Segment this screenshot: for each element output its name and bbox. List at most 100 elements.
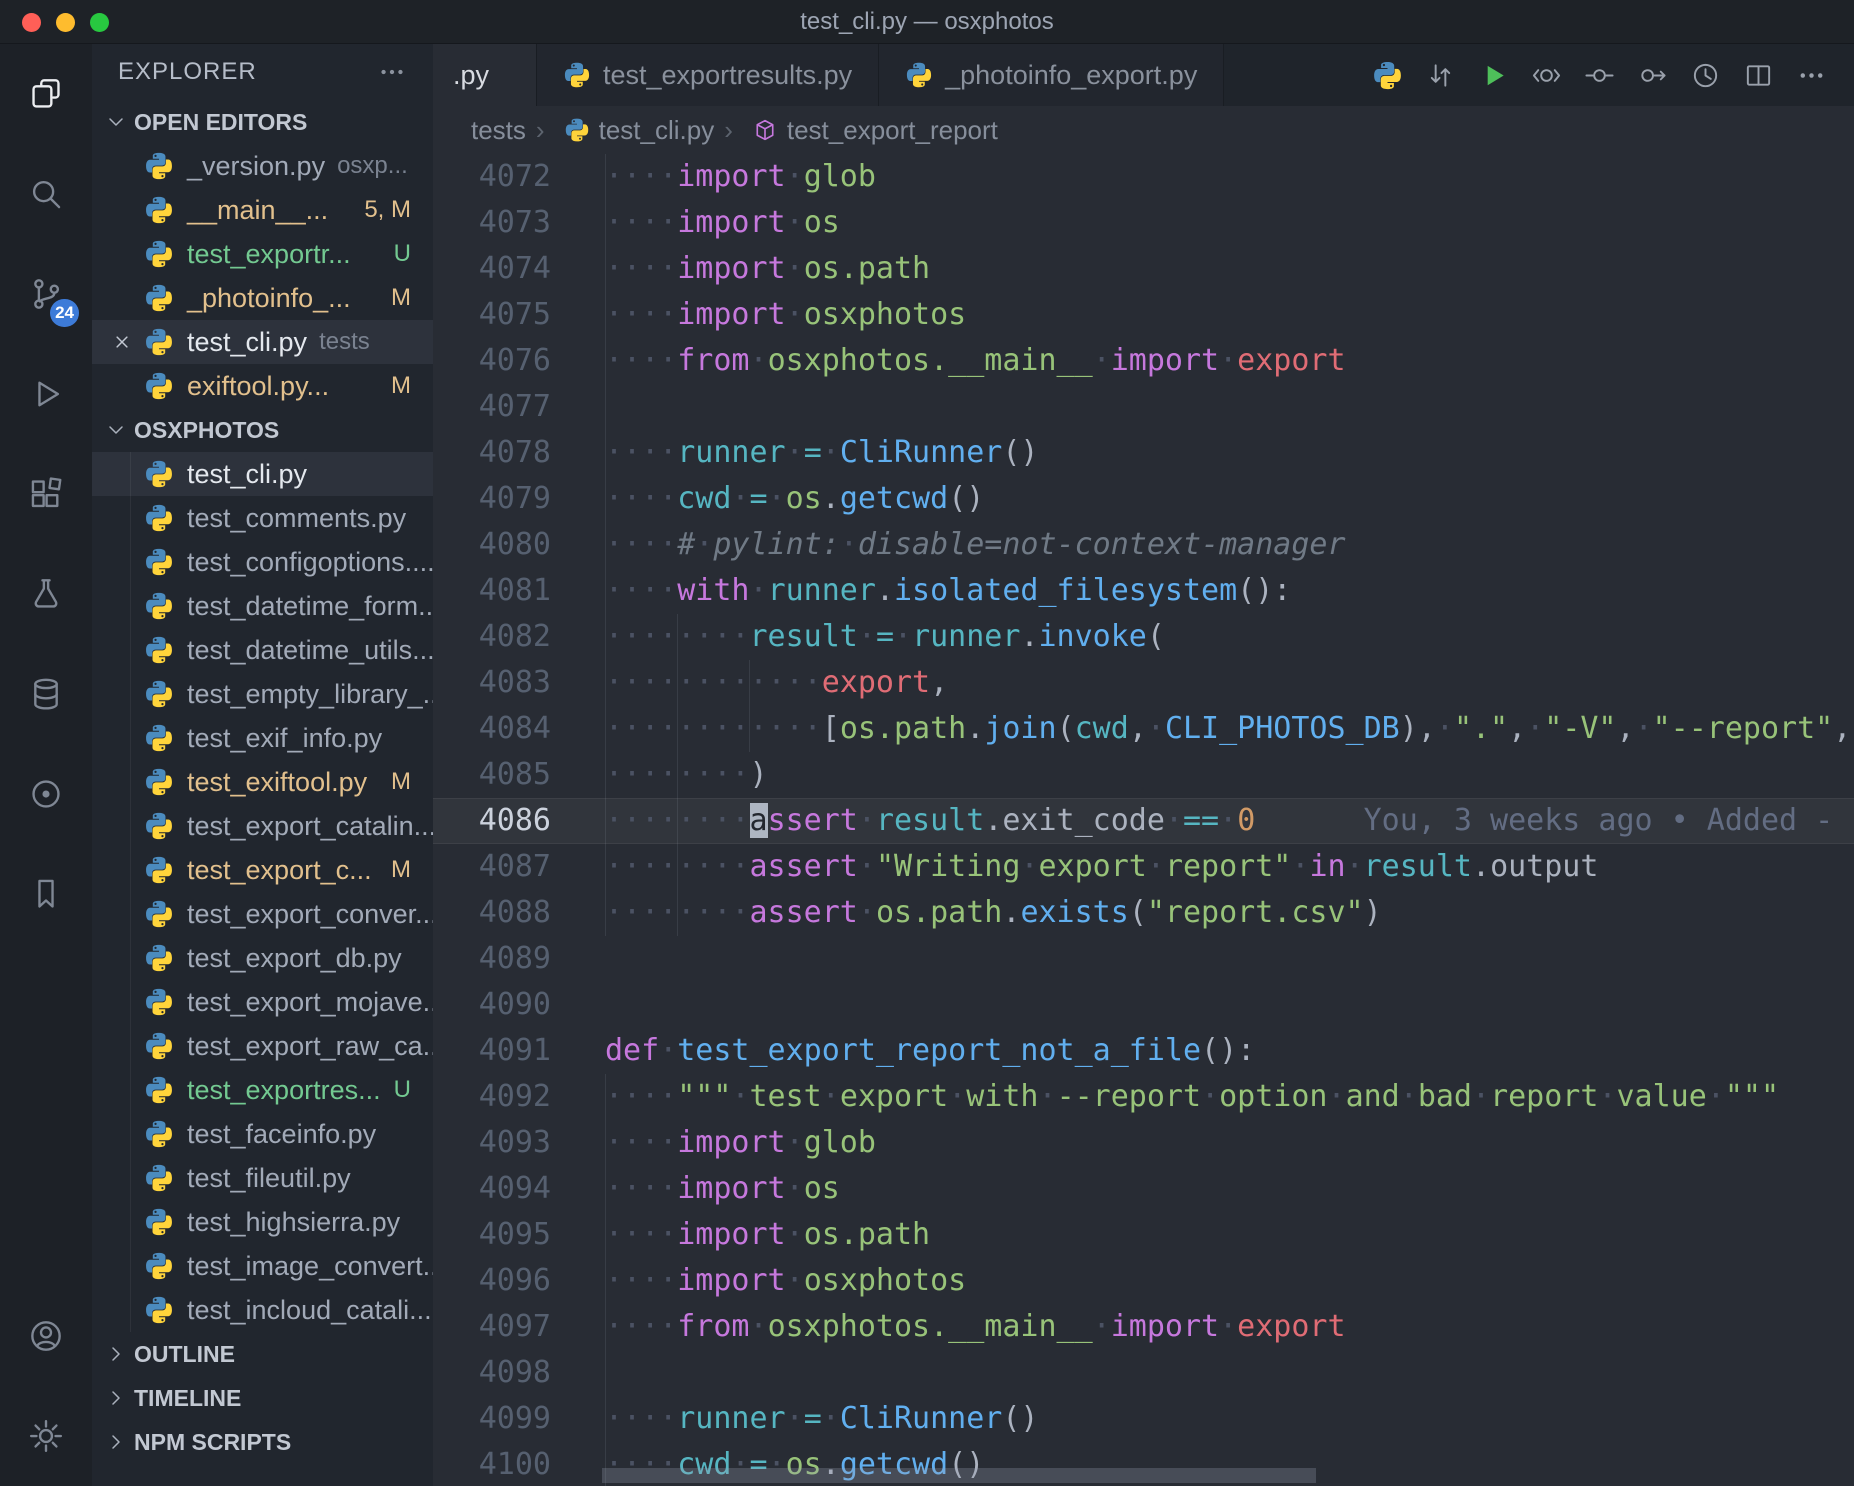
- git-status-badge: U: [394, 240, 433, 268]
- open-editors-section-header[interactable]: OPEN EDITORS: [92, 100, 433, 144]
- file-tree-item[interactable]: test_export_catalin...: [92, 804, 433, 848]
- file-tree-item[interactable]: test_datetime_utils....: [92, 628, 433, 672]
- files-icon: [27, 75, 65, 113]
- file-tree-item[interactable]: test_configoptions....: [92, 540, 433, 584]
- code-line[interactable]: 4074····import·os.path: [433, 246, 1854, 292]
- testing-activity-button[interactable]: [0, 544, 92, 644]
- file-name: _photoinfo_...: [187, 283, 351, 314]
- python-file-icon: [144, 459, 174, 489]
- file-tree-item[interactable]: test_export_db.py: [92, 936, 433, 980]
- file-tree-item[interactable]: test_incloud_catali...: [92, 1288, 433, 1332]
- bookmarks-activity-button[interactable]: [0, 844, 92, 944]
- open-editor-item[interactable]: _photoinfo_... M: [92, 276, 433, 320]
- code-line[interactable]: 4082········result·=·runner.invoke(: [433, 614, 1854, 660]
- split-editor-icon[interactable]: [1732, 53, 1785, 97]
- code-line[interactable]: 4094····import·os: [433, 1166, 1854, 1212]
- code-line[interactable]: 4098: [433, 1350, 1854, 1396]
- file-tree-item[interactable]: test_highsierra.py: [92, 1200, 433, 1244]
- code-line[interactable]: 4086········assert·result.exit_code·==·0…: [433, 798, 1854, 844]
- indent-guide: [605, 200, 606, 246]
- indent-guide: [605, 292, 606, 338]
- project-section-header[interactable]: OSXPHOTOS: [92, 408, 433, 452]
- minimize-window-button[interactable]: [56, 13, 75, 32]
- database-activity-button[interactable]: [0, 644, 92, 744]
- breadcrumb-item[interactable]: › test_export_report: [714, 115, 998, 146]
- code-line[interactable]: 4079····cwd·=·os.getcwd(): [433, 476, 1854, 522]
- code-line[interactable]: 4073····import·os: [433, 200, 1854, 246]
- open-editor-item[interactable]: _version.py osxp...: [92, 144, 433, 188]
- extension-circle-activity-button[interactable]: [0, 744, 92, 844]
- code-line[interactable]: 4090: [433, 982, 1854, 1028]
- git-status-badge: M: [391, 284, 433, 312]
- open-editor-item[interactable]: test_cli.py tests: [92, 320, 433, 364]
- code-line[interactable]: 4091def·test_export_report_not_a_file():: [433, 1028, 1854, 1074]
- code-line[interactable]: 4084············[os.path.join(cwd,·CLI_P…: [433, 706, 1854, 752]
- code-line[interactable]: 4092····"""·test·export·with·--report·op…: [433, 1074, 1854, 1120]
- breadcrumb-item[interactable]: › test_cli.py: [526, 115, 714, 146]
- open-editor-item[interactable]: __main__... 5, M: [92, 188, 433, 232]
- compare-changes-icon[interactable]: [1414, 53, 1467, 97]
- explorer-more-actions-icon[interactable]: [377, 57, 407, 87]
- file-tree-item[interactable]: test_comments.py: [92, 496, 433, 540]
- code-line[interactable]: 4076····from·osxphotos.__main__·import·e…: [433, 338, 1854, 384]
- code-line[interactable]: 4097····from·osxphotos.__main__·import·e…: [433, 1304, 1854, 1350]
- search-activity-button[interactable]: [0, 144, 92, 244]
- sidebar-section-header[interactable]: TIMELINE: [92, 1376, 433, 1420]
- open-editor-item[interactable]: exiftool.py... M: [92, 364, 433, 408]
- history-icon[interactable]: [1679, 53, 1732, 97]
- editor-tab[interactable]: .py: [433, 44, 537, 106]
- code-line[interactable]: 4081····with·runner.isolated_filesystem(…: [433, 568, 1854, 614]
- breadcrumb-item[interactable]: tests: [471, 115, 526, 146]
- file-tree-item[interactable]: test_datetime_form...: [92, 584, 433, 628]
- code-line[interactable]: 4075····import·osxphotos: [433, 292, 1854, 338]
- code-line[interactable]: 4099····runner·=·CliRunner(): [433, 1396, 1854, 1442]
- file-tree-item[interactable]: test_export_c... M: [92, 848, 433, 892]
- more-actions-icon[interactable]: [1785, 53, 1838, 97]
- code-line[interactable]: 4072····import·glob: [433, 154, 1854, 200]
- next-change-icon[interactable]: [1626, 53, 1679, 97]
- file-tree-item[interactable]: test_export_raw_ca...: [92, 1024, 433, 1068]
- indent-guide: [605, 1258, 606, 1304]
- code-line[interactable]: 4095····import·os.path: [433, 1212, 1854, 1258]
- code-line[interactable]: 4096····import·osxphotos: [433, 1258, 1854, 1304]
- run-file-icon[interactable]: [1467, 53, 1520, 97]
- file-tree-item[interactable]: test_export_mojave...: [92, 980, 433, 1024]
- accounts-button[interactable]: [0, 1286, 92, 1386]
- run-debug-activity-button[interactable]: [0, 344, 92, 444]
- current-change-icon[interactable]: [1573, 53, 1626, 97]
- code-line[interactable]: 4087········assert·"Writing·export·repor…: [433, 844, 1854, 890]
- code-line[interactable]: 4083············export,: [433, 660, 1854, 706]
- file-tree-item[interactable]: test_cli.py: [92, 452, 433, 496]
- file-tree-item[interactable]: test_empty_library_...: [92, 672, 433, 716]
- code-line[interactable]: 4093····import·glob: [433, 1120, 1854, 1166]
- settings-button[interactable]: [0, 1386, 92, 1486]
- prev-change-icon[interactable]: [1520, 53, 1573, 97]
- explorer-activity-button[interactable]: [0, 44, 92, 144]
- file-tree-item[interactable]: test_image_convert...: [92, 1244, 433, 1288]
- python-logo-icon[interactable]: [1361, 53, 1414, 97]
- code-line[interactable]: 4080····#·pylint:·disable=not-context-ma…: [433, 522, 1854, 568]
- editor-tab[interactable]: _photoinfo_export.py: [879, 44, 1224, 106]
- file-tree-item[interactable]: test_exiftool.py M: [92, 760, 433, 804]
- file-tree-item[interactable]: test_fileutil.py: [92, 1156, 433, 1200]
- editor-tab[interactable]: test_exportresults.py: [537, 44, 879, 106]
- code-line[interactable]: 4085········): [433, 752, 1854, 798]
- source-control-activity-button[interactable]: 24: [0, 244, 92, 344]
- file-name: test_empty_library_...: [187, 679, 433, 710]
- close-icon[interactable]: [110, 330, 134, 354]
- file-tree-item[interactable]: test_exportres... U: [92, 1068, 433, 1112]
- file-tree-item[interactable]: test_export_conver...: [92, 892, 433, 936]
- file-tree-item[interactable]: test_exif_info.py: [92, 716, 433, 760]
- zoom-window-button[interactable]: [90, 13, 109, 32]
- file-tree-item[interactable]: test_faceinfo.py: [92, 1112, 433, 1156]
- horizontal-scrollbar[interactable]: [602, 1468, 1316, 1483]
- extensions-activity-button[interactable]: [0, 444, 92, 544]
- sidebar-section-header[interactable]: OUTLINE: [92, 1332, 433, 1376]
- code-line[interactable]: 4088········assert·os.path.exists("repor…: [433, 890, 1854, 936]
- code-line[interactable]: 4089: [433, 936, 1854, 982]
- open-editor-item[interactable]: test_exportr... U: [92, 232, 433, 276]
- code-line[interactable]: 4078····runner·=·CliRunner(): [433, 430, 1854, 476]
- sidebar-section-header[interactable]: NPM SCRIPTS: [92, 1420, 433, 1464]
- code-line[interactable]: 4077: [433, 384, 1854, 430]
- close-window-button[interactable]: [22, 13, 41, 32]
